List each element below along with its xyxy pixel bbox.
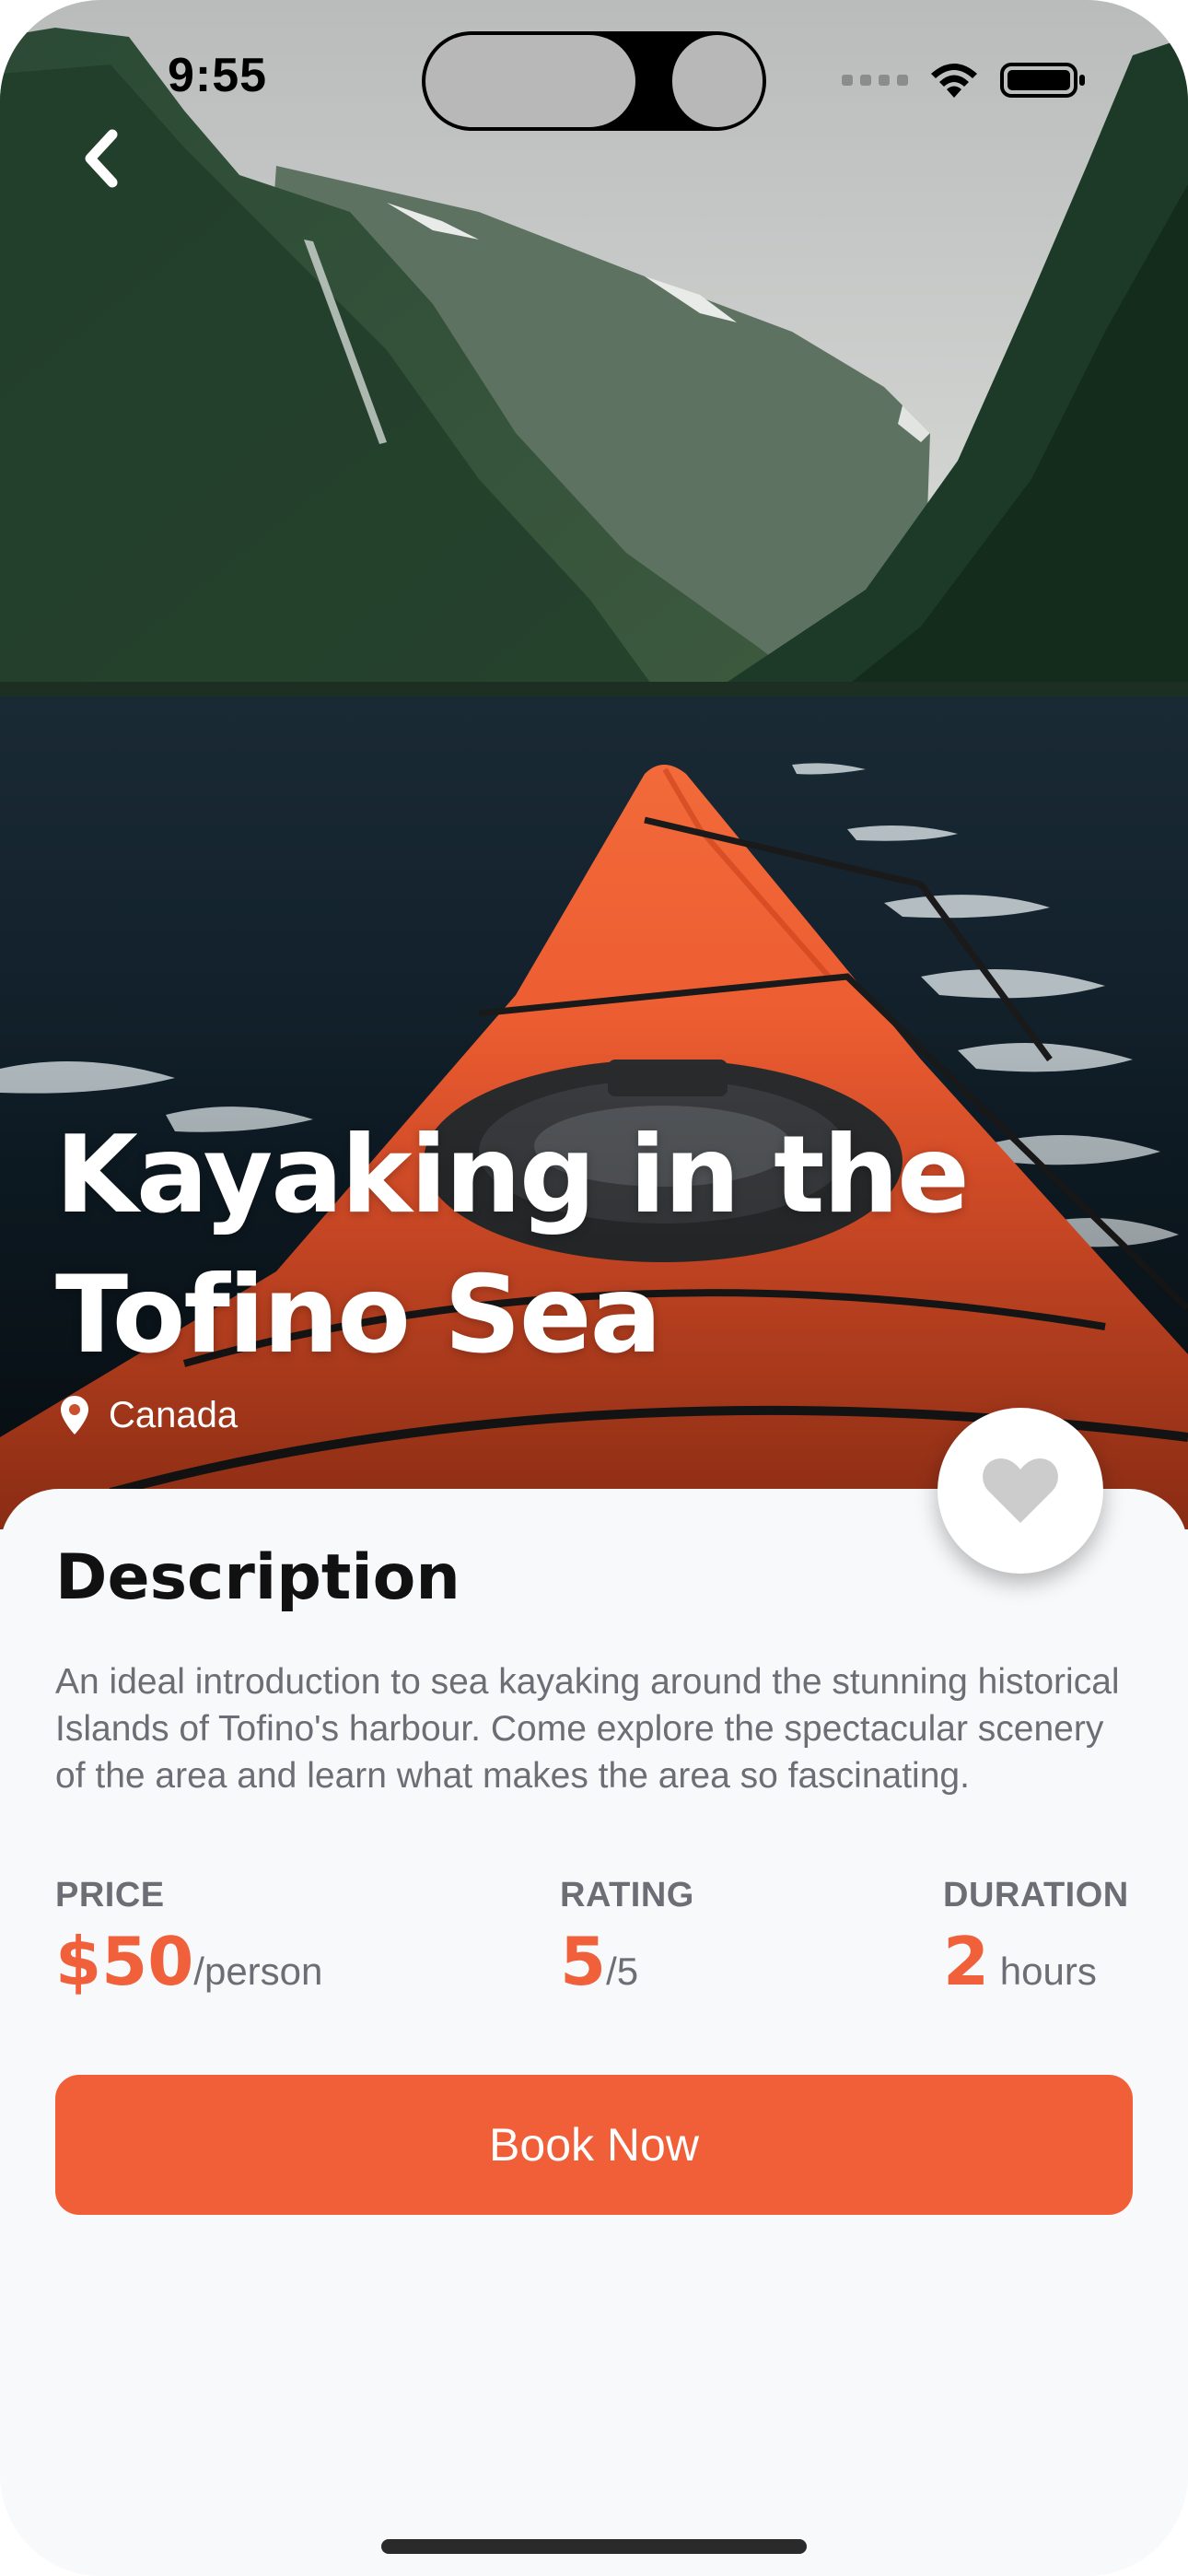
back-button[interactable] <box>64 122 138 195</box>
duration-value: 2 <box>943 1923 990 2000</box>
home-indicator[interactable] <box>381 2539 807 2554</box>
title-line-1: Kayaking in the <box>55 1113 970 1237</box>
wifi-icon <box>931 64 977 98</box>
heart-icon <box>983 1458 1058 1523</box>
hero-image: 9:55 Kayaking in the Tofino Sea Canada <box>0 0 1188 1529</box>
island-activity-pill <box>425 35 635 127</box>
rating-unit: /5 <box>606 1950 639 1993</box>
cellular-signal-icon <box>842 75 908 86</box>
description-heading: Description <box>55 1541 460 1614</box>
details-card <box>0 1489 1188 2576</box>
activity-title: Kayaking in the Tofino Sea <box>55 1106 1068 1386</box>
island-activity-dot <box>672 35 763 127</box>
rating-stat: RATING 5/5 <box>560 1876 694 2000</box>
location-label: Canada <box>109 1394 239 1435</box>
duration-label: DURATION <box>943 1876 1129 1914</box>
price-value: $50 <box>55 1923 194 2000</box>
stats-row: PRICE $50/person RATING 5/5 DURATION 2 h… <box>55 1876 1142 2005</box>
chevron-left-icon <box>85 129 118 188</box>
status-bar: 9:55 <box>0 0 1188 157</box>
price-label: PRICE <box>55 1876 165 1914</box>
status-icons <box>842 57 1087 103</box>
duration-unit: hours <box>989 1950 1097 1993</box>
location: Canada <box>59 1388 238 1443</box>
location-pin-icon <box>61 1396 88 1434</box>
price-stat: PRICE $50/person <box>55 1876 322 2000</box>
rating-value: 5 <box>560 1923 607 2000</box>
description-text: An ideal introduction to sea kayaking ar… <box>55 1662 1120 1796</box>
favorite-button[interactable] <box>938 1408 1103 1574</box>
app-screen: 9:55 Kayaking in the Tofino Sea Canada D… <box>0 0 1188 2576</box>
price-unit: /person <box>193 1950 323 1993</box>
duration-stat: DURATION 2 hours <box>943 1876 1129 2000</box>
rating-label: RATING <box>560 1876 694 1914</box>
battery-icon <box>1000 63 1085 98</box>
title-line-2: Tofino Sea <box>55 1253 662 1377</box>
status-time: 9:55 <box>168 49 268 102</box>
book-now-button[interactable]: Book Now <box>55 2075 1133 2215</box>
